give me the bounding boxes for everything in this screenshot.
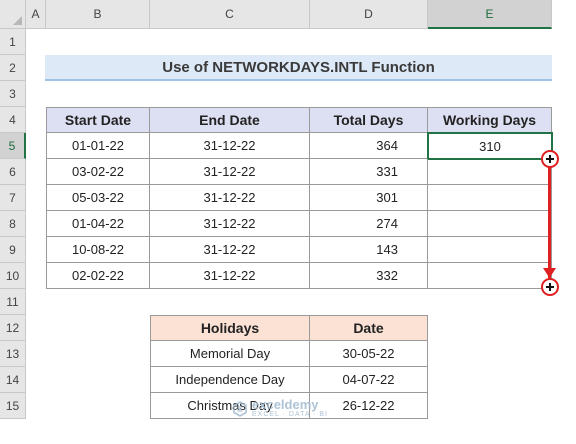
column-header-c[interactable]: C <box>150 0 310 29</box>
fill-drag-line <box>548 166 551 278</box>
cell-start-date[interactable]: 02-02-22 <box>46 263 150 289</box>
drag-start-plus-icon <box>541 150 559 168</box>
drag-end-plus-icon <box>541 278 559 296</box>
cell-end-date[interactable]: 31-12-22 <box>150 159 310 185</box>
cell-start-date[interactable]: 10-08-22 <box>46 237 150 263</box>
row-header-11[interactable]: 11 <box>0 289 26 315</box>
header-total-days[interactable]: Total Days <box>310 107 428 133</box>
header-working-days[interactable]: Working Days <box>428 107 552 133</box>
cell-start-date[interactable]: 03-02-22 <box>46 159 150 185</box>
cell-total-days[interactable]: 331 <box>310 159 428 185</box>
cell-total-days[interactable]: 301 <box>310 185 428 211</box>
cell-total-days[interactable]: 143 <box>310 237 428 263</box>
cell-holiday-date[interactable]: 30-05-22 <box>310 341 428 367</box>
row-header-4[interactable]: 4 <box>0 107 26 133</box>
watermark: exceldemy EXCEL · DATA · BI <box>232 398 328 419</box>
column-header-a[interactable]: A <box>26 0 46 29</box>
cell-end-date[interactable]: 31-12-22 <box>150 133 310 159</box>
row-header-1[interactable]: 1 <box>0 29 26 55</box>
cell-start-date[interactable]: 01-01-22 <box>46 133 150 159</box>
cell-working-days[interactable] <box>428 237 552 263</box>
cell-working-days[interactable] <box>428 185 552 211</box>
cell-working-days[interactable] <box>428 159 552 185</box>
cell-total-days[interactable]: 274 <box>310 211 428 237</box>
cell-start-date[interactable]: 01-04-22 <box>46 211 150 237</box>
row-header-15[interactable]: 15 <box>0 393 26 419</box>
select-all-corner[interactable] <box>0 0 26 29</box>
cell-total-days[interactable]: 364 <box>310 133 428 159</box>
cell-total-days[interactable]: 332 <box>310 263 428 289</box>
header-end-date[interactable]: End Date <box>150 107 310 133</box>
row-header-8[interactable]: 8 <box>0 211 26 237</box>
cell-end-date[interactable]: 31-12-22 <box>150 211 310 237</box>
cell-holiday-name[interactable]: Memorial Day <box>150 341 310 367</box>
cell-working-days[interactable] <box>428 211 552 237</box>
cell-working-days-active[interactable]: 310 <box>427 132 553 160</box>
row-header-13[interactable]: 13 <box>0 341 26 367</box>
cell-start-date[interactable]: 05-03-22 <box>46 185 150 211</box>
row-header-10[interactable]: 10 <box>0 263 26 289</box>
cell-end-date[interactable]: 31-12-22 <box>150 237 310 263</box>
watermark-brand: exceldemy <box>252 397 319 412</box>
header-holidays[interactable]: Holidays <box>150 315 310 341</box>
column-header-b[interactable]: B <box>46 0 150 29</box>
cell-end-date[interactable]: 31-12-22 <box>150 263 310 289</box>
select-all-icon <box>13 16 22 25</box>
cell-working-days[interactable] <box>428 263 552 289</box>
column-header-e[interactable]: E <box>428 0 552 29</box>
row-header-14[interactable]: 14 <box>0 367 26 393</box>
cell-holiday-name[interactable]: Independence Day <box>150 367 310 393</box>
cell-end-date[interactable]: 31-12-22 <box>150 185 310 211</box>
cell-holiday-date[interactable]: 04-07-22 <box>310 367 428 393</box>
row-header-7[interactable]: 7 <box>0 185 26 211</box>
header-start-date[interactable]: Start Date <box>46 107 150 133</box>
exceldemy-logo-icon <box>233 400 247 417</box>
row-header-3[interactable]: 3 <box>0 81 26 107</box>
row-header-9[interactable]: 9 <box>0 237 26 263</box>
column-header-d[interactable]: D <box>310 0 428 29</box>
row-header-12[interactable]: 12 <box>0 315 26 341</box>
row-header-2[interactable]: 2 <box>0 55 26 81</box>
header-holiday-date[interactable]: Date <box>310 315 428 341</box>
spreadsheet: A B C D E 1 2 3 4 5 6 7 8 9 10 11 12 13 … <box>0 0 576 444</box>
watermark-tagline: EXCEL · DATA · BI <box>252 411 328 418</box>
row-header-6[interactable]: 6 <box>0 159 26 185</box>
row-header-5[interactable]: 5 <box>0 133 26 159</box>
page-title[interactable]: Use of NETWORKDAYS.INTL Function <box>45 55 552 81</box>
arrow-head-icon <box>543 268 556 278</box>
